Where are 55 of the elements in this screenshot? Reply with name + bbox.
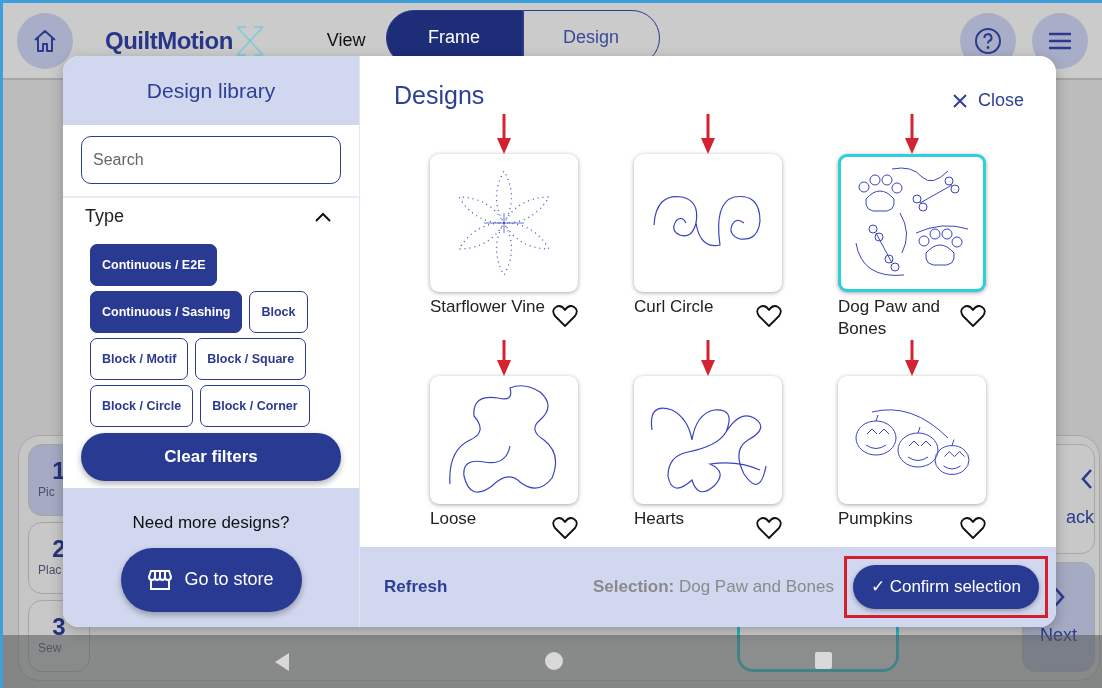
filter-chip[interactable]: Block [249,291,308,333]
design-name: Dog Paw and Bones [838,296,942,341]
design-name: Hearts [634,508,686,531]
favorite-button[interactable] [756,304,782,328]
storefront-icon [148,568,173,591]
arrow-annotation [905,114,919,154]
filter-chip[interactable]: Block / Motif [90,338,189,380]
favorite-button[interactable] [960,304,986,328]
design-thumbnail[interactable] [430,154,578,292]
home-icon [32,27,58,54]
refresh-button[interactable]: Refresh [384,574,448,600]
help-icon [974,26,1002,55]
view-label: View [326,29,366,52]
store-button[interactable]: Go to store [120,547,302,612]
designs-title: Designs [394,79,485,111]
heart-icon [756,304,782,328]
favorite-button[interactable] [960,516,986,541]
filter-chip[interactable]: Block / Square [195,338,307,380]
arrow-annotation [497,114,511,154]
selection-text: Selection: Dog Paw and Bones [592,576,834,599]
design-name: Starflower Vine [430,296,546,318]
heart-icon [960,304,986,328]
heart-icon [960,516,986,541]
heart-icon [552,516,578,541]
library-title: Design library [63,56,359,125]
heart-icon [552,304,578,328]
x-lines-icon [234,25,265,56]
arrow-annotation [701,340,715,377]
heart-icon [756,516,782,541]
menu-icon [1048,30,1072,51]
design-name: Pumpkins [838,508,914,531]
clear-filters-button[interactable]: Clear filters [81,433,341,481]
arrow-annotation [905,340,919,377]
app-logo: QuiltMotion [105,25,233,56]
close-button[interactable]: Close [951,87,1024,114]
design-thumbnail[interactable] [634,154,782,292]
chevron-icon [315,211,331,222]
store-prompt: Need more designs? [132,512,290,534]
arrow-annotation [497,340,511,377]
arrow-annotation [701,114,715,154]
favorite-button[interactable] [756,516,782,541]
chevron-icon [1080,467,1094,490]
design-name: Curl Circle [634,296,715,318]
filter-chip[interactable]: Continuous / Sashing [90,291,243,333]
confirm-button[interactable]: ✓ Confirm selection [852,565,1039,609]
search-field[interactable]: Search [81,136,341,184]
filter-chip[interactable]: Block / Circle [90,385,194,427]
filter-title: Type [85,205,125,228]
close-icon [951,92,968,109]
favorite-button[interactable] [552,516,578,541]
filter-chip[interactable]: Continuous / E2E [90,244,218,286]
favorite-button[interactable] [552,304,578,328]
design-thumbnail[interactable] [838,154,986,292]
design-name: Loose [430,508,478,531]
filter-chip[interactable]: Block / Corner [200,385,310,427]
